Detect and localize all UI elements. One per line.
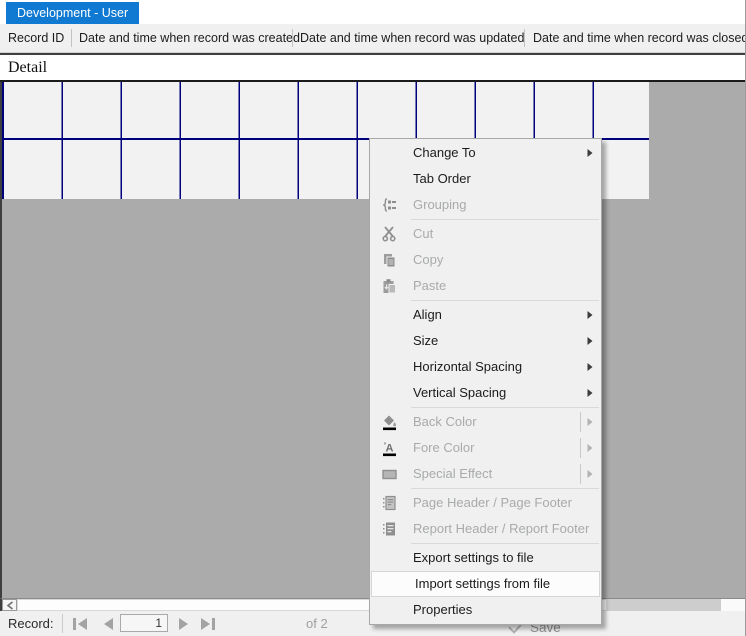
submenu-arrow-icon [587, 311, 593, 320]
submenu-arrow-icon [587, 470, 593, 479]
menu-item-vertical-spacing[interactable]: Vertical Spacing [370, 380, 601, 406]
field-header-created[interactable]: Date and time when record was created [79, 24, 300, 52]
menu-item-report-header-footer: Report Header / Report Footer [370, 516, 601, 542]
tab-bar: Development - User [0, 0, 746, 24]
svg-text:A: A [385, 442, 393, 454]
divider [62, 614, 63, 633]
menu-item-page-header-footer: Page Header / Page Footer [370, 490, 601, 516]
submenu-arrow-icon [587, 389, 593, 398]
menu-item-size[interactable]: Size [370, 328, 601, 354]
menu-item-horizontal-spacing[interactable]: Horizontal Spacing [370, 354, 601, 380]
submenu-arrow-icon [587, 444, 593, 453]
record-count-label: of 2 [306, 611, 328, 636]
previous-record-button[interactable] [98, 615, 118, 632]
special-effect-icon [378, 461, 400, 487]
menu-item-fore-color: A Fore Color [370, 435, 601, 461]
column-separator [71, 29, 72, 47]
menu-item-copy: Copy [370, 247, 601, 273]
last-record-icon [200, 617, 217, 631]
divider [580, 438, 581, 458]
submenu-arrow-icon [587, 337, 593, 346]
menu-item-change-to[interactable]: Change To [370, 140, 601, 166]
menu-separator [411, 300, 599, 301]
field-header-updated[interactable]: Date and time when record was updated [300, 24, 524, 52]
menu-separator [411, 407, 599, 408]
menu-item-import-settings[interactable]: Import settings from file [371, 571, 600, 597]
menu-separator [411, 219, 599, 220]
menu-item-properties[interactable]: Properties [370, 597, 601, 623]
next-record-icon [178, 617, 190, 631]
column-separator [524, 29, 525, 47]
menu-item-back-color: Back Color [370, 409, 601, 435]
menu-separator [411, 543, 599, 544]
divider [580, 412, 581, 432]
menu-separator [411, 488, 599, 489]
last-record-button[interactable] [198, 615, 218, 632]
page-header-footer-icon [378, 490, 400, 516]
scrollbar-thumb[interactable] [607, 599, 721, 611]
paste-icon [378, 273, 400, 299]
chevron-left-icon [6, 601, 14, 610]
report-designer-window: Development - User Record ID Date and ti… [0, 0, 746, 636]
copy-icon [378, 247, 400, 273]
submenu-arrow-icon [587, 418, 593, 427]
grouping-icon [378, 192, 400, 218]
menu-item-align[interactable]: Align [370, 302, 601, 328]
previous-record-icon [102, 617, 114, 631]
submenu-arrow-icon [587, 363, 593, 372]
menu-item-tab-order[interactable]: Tab Order [370, 166, 601, 192]
back-color-icon [378, 409, 400, 435]
menu-item-cut: Cut [370, 221, 601, 247]
band-label: Detail [0, 55, 746, 80]
menu-item-grouping: Grouping [370, 192, 601, 218]
menu-item-special-effect: Special Effect [370, 461, 601, 487]
record-label: Record: [8, 611, 54, 636]
current-record-input[interactable] [120, 614, 168, 632]
detail-band-header[interactable]: Detail [0, 55, 746, 82]
context-menu: Change To Tab Order Grouping [369, 138, 602, 625]
submenu-arrow-icon [587, 149, 593, 158]
report-header-footer-icon [378, 516, 400, 542]
first-record-button[interactable] [70, 615, 90, 632]
field-header-record-id[interactable]: Record ID [8, 24, 64, 52]
tab-development-user[interactable]: Development - User [6, 2, 139, 24]
next-record-button[interactable] [174, 615, 194, 632]
divider [580, 464, 581, 484]
menu-item-export-settings[interactable]: Export settings to file [370, 545, 601, 571]
fore-color-icon: A [378, 435, 400, 461]
scroll-left-button[interactable] [2, 599, 17, 611]
menu-item-paste: Paste [370, 273, 601, 299]
first-record-icon [72, 617, 89, 631]
column-separator [292, 29, 293, 47]
field-header-row: Record ID Date and time when record was … [0, 24, 746, 53]
cut-icon [378, 221, 400, 247]
field-header-closed[interactable]: Date and time when record was closed [533, 24, 746, 52]
